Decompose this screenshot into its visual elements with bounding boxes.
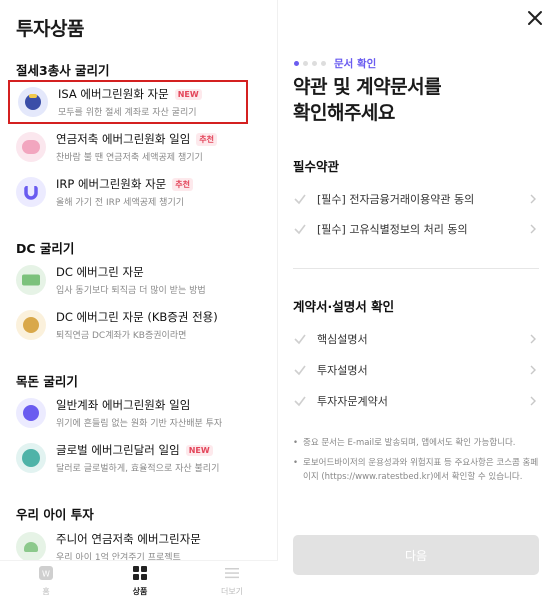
notice-item: • 중요 문서는 E-mail로 발송되며, 앱에서도 확인 가능합니다. [293,438,516,448]
contract-docs-title: 계약서·설명서 확인 [293,299,395,314]
doc-label: 핵심설명서 [317,333,368,346]
isa-icon [18,87,48,117]
recommend-badge: 추천 [196,132,218,146]
product-isa[interactable]: ISA 에버그린원화 자문 NEW 모두를 위한 절세 계좌로 자산 굴리기 [8,80,248,124]
next-button[interactable]: 다음 [293,535,539,575]
notice-list: • 중요 문서는 E-mail로 발송되며, 앱에서도 확인 가능합니다. • 로보… [293,436,539,490]
product-global[interactable]: 글로벌 에버그린달러 일임 NEW 달러로 글로벌하게, 효율적으로 자산 불리… [8,436,248,480]
tab-label: 홈 [42,587,50,596]
home-icon: W [39,566,53,580]
magnet-icon [16,177,46,207]
section-title-dc: DC 굴리기 [16,241,75,256]
check-icon [294,334,306,345]
notice-item: • 로보어드바이저의 운용성과와 위험지표 등 주요사항은 코스콤 홈페이지 (h… [293,458,539,482]
section-title-lump: 목돈 굴리기 [16,374,78,389]
piggy-bank-icon [16,132,46,162]
doc-label: 투자설명서 [317,364,368,377]
chevron-right-icon [530,334,536,344]
product-general[interactable]: 일반계좌 에버그린원화 일임 위기에 흔들림 없는 원화 기반 자산배분 투자 [8,391,248,435]
menu-icon [225,568,239,579]
terms-row-unique-id[interactable]: [필수] 고유식별정보의 처리 동의 [293,218,538,240]
doc-label: 투자자문계약서 [317,395,388,408]
step-indicator: 문서 확인 [294,56,376,71]
check-icon [294,194,306,205]
product-name: 일반계좌 에버그린원화 일임 [56,398,191,412]
check-icon [294,396,306,407]
step-dot-active [294,61,299,66]
doc-row-prospectus[interactable]: 투자설명서 [293,359,538,381]
step-label: 문서 확인 [334,58,377,70]
step-dot [321,61,326,66]
product-desc: 퇴직연금 DC계좌가 KB증권이라면 [56,331,187,341]
product-irp[interactable]: IRP 에버그린원화 자문 추천 올해 가기 전 IRP 세액공제 챙기기 [8,170,248,214]
grid-icon [133,566,147,580]
page-heading: 약관 및 계약문서를 확인해주세요 [293,74,523,126]
product-list-panel: 투자상품 절세3총사 굴리기 ISA 에버그린원화 자문 NEW 모두를 위한 … [0,0,278,604]
heading-line-2: 확인해주세요 [293,102,395,124]
tab-label: 더보기 [220,587,244,596]
recommend-badge: 추천 [172,177,194,191]
required-terms-title: 필수약관 [293,159,340,174]
product-desc: 위기에 흔들림 없는 원화 기반 자산배분 투자 [56,419,223,429]
svg-text:W: W [42,570,50,579]
product-dc-kb[interactable]: DC 에버그린 자문 (KB증권 전용) 퇴직연금 DC계좌가 KB증권이라면 [8,303,248,347]
bottom-tab-bar: W 홈 상품 더보기 [0,560,278,604]
won-coin-icon [16,398,46,428]
sprout-icon [16,532,46,562]
product-name: DC 에버그린 자문 [56,265,144,279]
product-desc: 올해 가기 전 IRP 세액공제 챙기기 [56,198,184,208]
heading-line-1: 약관 및 계약문서를 [293,76,442,98]
new-badge: NEW [174,88,202,100]
product-name: DC 에버그린 자문 (KB증권 전용) [56,310,218,324]
product-desc: 모두를 위한 절세 계좌로 자산 굴리기 [58,108,197,118]
chevron-right-icon [530,194,536,204]
product-name: 글로벌 에버그린달러 일임 [56,443,180,457]
product-desc: 찬바람 불 땐 연금저축 세액공제 챙기기 [56,153,203,163]
product-name: 연금저축 에버그린원화 일임 [56,132,191,146]
product-desc: 입사 동기보다 퇴직금 더 많이 받는 방법 [56,286,206,296]
tab-home[interactable]: W 홈 [16,565,76,597]
product-name: ISA 에버그린원화 자문 [58,87,169,101]
product-dc[interactable]: DC 에버그린 자문 입사 동기보다 퇴직금 더 많이 받는 방법 [8,258,248,302]
chevron-right-icon [530,224,536,234]
step-dot [312,61,317,66]
chevron-right-icon [530,396,536,406]
product-name: IRP 에버그린원화 자문 [56,177,167,191]
doc-row-advisory-contract[interactable]: 투자자문계약서 [293,390,538,412]
money-bag-icon [16,310,46,340]
close-icon[interactable] [525,8,545,28]
new-badge: NEW [185,444,213,456]
section-title-tax: 절세3총사 굴리기 [16,63,110,78]
money-stack-icon [16,265,46,295]
check-icon [294,365,306,376]
product-pension[interactable]: 연금저축 에버그린원화 일임 추천 찬바람 불 땐 연금저축 세액공제 챙기기 [8,125,248,169]
page-title: 투자상품 [16,18,84,40]
section-divider [293,268,539,269]
tab-more[interactable]: 더보기 [202,565,262,597]
step-dot [303,61,308,66]
product-name: 주니어 연금저축 에버그린자문 [56,532,201,546]
doc-row-key-summary[interactable]: 핵심설명서 [293,328,538,350]
globe-icon [16,443,46,473]
tab-products[interactable]: 상품 [110,565,170,597]
notice-text: 로보어드바이저의 운용성과와 위험지표 등 주요사항은 코스콤 홈페이지 (ht… [303,458,539,482]
check-icon [294,224,306,235]
notice-text: 중요 문서는 E-mail로 발송되며, 앱에서도 확인 가능합니다. [303,438,516,448]
terms-label: [필수] 전자금융거래이용약관 동의 [317,193,475,206]
terms-row-electronic-finance[interactable]: [필수] 전자금융거래이용약관 동의 [293,188,538,210]
tab-label: 상품 [132,587,148,596]
chevron-right-icon [530,365,536,375]
product-desc: 달러로 글로벌하게, 효율적으로 자산 불리기 [56,464,220,474]
terms-label: [필수] 고유식별정보의 처리 동의 [317,223,468,236]
section-title-kids: 우리 아이 투자 [16,507,94,522]
